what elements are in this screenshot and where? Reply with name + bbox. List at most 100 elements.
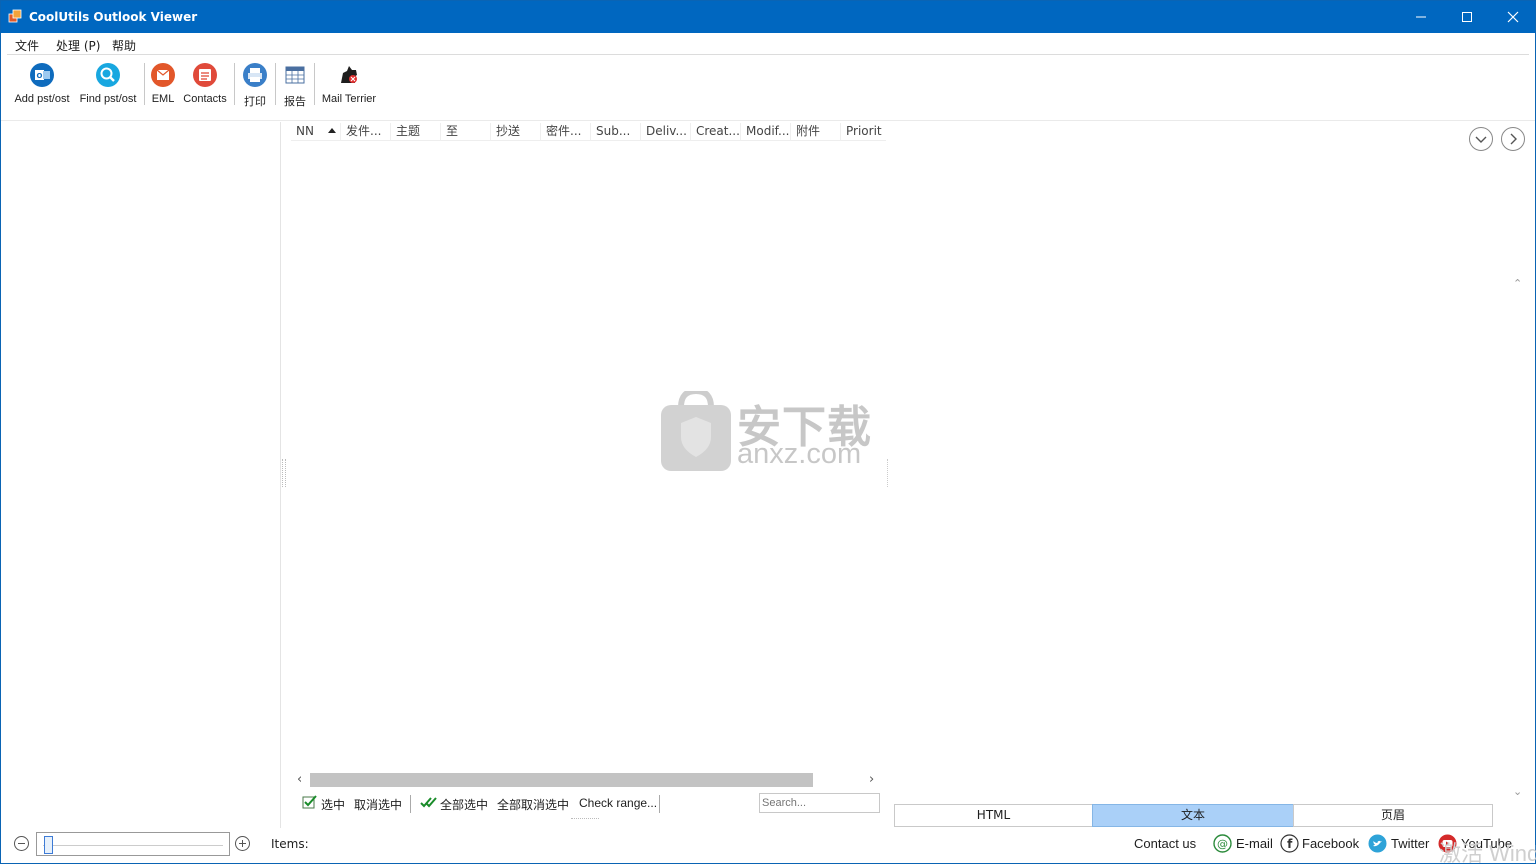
scrollbar-thumb[interactable] (310, 773, 813, 787)
watermark-subtext: anxz.com (737, 438, 862, 470)
svg-text:@: @ (1217, 838, 1228, 851)
menu-bar: 文件 处理 (P) 帮助 (1, 33, 1535, 55)
column-header-to[interactable]: 至 (441, 123, 491, 141)
column-header-cc[interactable]: 抄送 (491, 123, 541, 141)
grid-horizontal-scrollbar[interactable]: ‹ › (296, 772, 881, 788)
zoom-track (43, 845, 223, 847)
activation-watermark: 激活 Wind (1439, 841, 1536, 864)
next-button[interactable] (1501, 127, 1525, 151)
deselect-all-button[interactable]: 全部取消选中 (497, 796, 569, 813)
toolbar-separator (144, 63, 145, 105)
title-bar[interactable]: CoolUtils Outlook Viewer (1, 1, 1535, 33)
contacts-icon (193, 63, 217, 87)
facebook-link[interactable]: Facebook (1302, 836, 1359, 851)
check-icon (302, 795, 317, 809)
print-button[interactable]: 打印 (239, 61, 271, 109)
column-header-subject[interactable]: 主题 (391, 123, 441, 141)
zoom-knob[interactable] (44, 836, 53, 854)
contact-us-link[interactable]: Contact us (1134, 836, 1196, 851)
print-icon (243, 63, 267, 87)
check-all-icon (420, 797, 437, 808)
report-icon (285, 66, 305, 84)
grid-header: NN 发件... 主题 至 抄送 密件... Sub... Deliv... C… (291, 122, 886, 141)
toolbar-separator (234, 63, 235, 105)
tab-text[interactable]: 文本 (1092, 804, 1294, 827)
status-bar: Items: Contact us @ E-mail f Facebook Tw… (1, 829, 1535, 863)
find-pst-label: Find pst/ost (79, 93, 137, 105)
separator (659, 795, 660, 813)
tab-header[interactable]: 页眉 (1293, 804, 1493, 827)
column-header-from[interactable]: 发件... (341, 123, 391, 141)
outlook-icon: O (30, 63, 54, 87)
shield-icon (661, 391, 731, 471)
menu-file[interactable]: 文件 (15, 37, 39, 54)
watermark: 安下载 anxz.com (661, 391, 881, 473)
contacts-label: Contacts (183, 93, 227, 105)
column-header-bcc[interactable]: 密件... (541, 123, 591, 141)
folder-tree-pane[interactable] (1, 122, 281, 828)
left-splitter[interactable] (282, 459, 286, 487)
close-icon (1507, 11, 1519, 23)
close-button[interactable] (1490, 1, 1536, 33)
svg-text:f: f (1287, 837, 1293, 851)
scroll-left-icon[interactable]: ‹ (297, 772, 302, 787)
tab-html[interactable]: HTML (894, 804, 1093, 827)
sort-ascending-icon (328, 128, 336, 133)
search-input[interactable] (759, 793, 880, 813)
zoom-in-icon[interactable] (235, 836, 250, 851)
menu-process[interactable]: 处理 (P) (56, 37, 100, 54)
maximize-icon (1462, 12, 1472, 22)
select-all-button[interactable]: 全部选中 (440, 796, 488, 813)
preview-splitter[interactable] (887, 459, 888, 487)
window-title: CoolUtils Outlook Viewer (29, 10, 198, 24)
zoom-slider[interactable] (36, 832, 230, 856)
add-pst-button[interactable]: O Add pst/ost (11, 61, 73, 109)
minimize-icon (1416, 16, 1426, 18)
chevron-right-icon (1510, 133, 1517, 145)
email-icon: @ (1213, 834, 1232, 853)
email-link[interactable]: E-mail (1236, 836, 1273, 851)
column-header-created[interactable]: Creat... (691, 123, 741, 141)
minimize-button[interactable] (1398, 1, 1444, 33)
deselect-button[interactable]: 取消选中 (354, 796, 402, 813)
zoom-out-icon[interactable] (14, 836, 29, 851)
maximize-button[interactable] (1444, 1, 1490, 33)
toolbar: O Add pst/ost Find pst/ost EML Contacts … (1, 57, 1535, 121)
column-header-subject-en[interactable]: Sub... (591, 123, 641, 141)
scroll-up-icon[interactable]: ⌃ (1513, 277, 1522, 290)
separator (410, 795, 411, 813)
facebook-icon: f (1280, 834, 1299, 853)
terrier-icon (341, 66, 357, 83)
column-header-priority[interactable]: Priorit (841, 123, 886, 141)
toolbar-separator (314, 63, 315, 105)
eml-button[interactable]: EML (148, 61, 178, 109)
mail-terrier-button[interactable]: Mail Terrier (318, 61, 380, 109)
select-button[interactable]: 选中 (321, 796, 345, 813)
twitter-icon (1368, 834, 1387, 853)
contacts-button[interactable]: Contacts (181, 61, 229, 109)
chevron-down-icon (1475, 136, 1487, 143)
report-button[interactable]: 报告 (279, 61, 311, 109)
eml-icon (151, 63, 175, 87)
items-count-label: Items: (271, 837, 309, 851)
column-header-attachments[interactable]: 附件 (791, 123, 841, 141)
column-header-modified[interactable]: Modif... (741, 123, 791, 141)
expand-down-button[interactable] (1469, 127, 1493, 151)
scroll-down-icon[interactable]: ⌄ (1513, 785, 1522, 798)
toolbar-separator (275, 63, 276, 105)
app-logo-icon (8, 9, 22, 23)
report-label: 报告 (284, 96, 306, 108)
scroll-right-icon[interactable]: › (869, 772, 874, 787)
find-pst-button[interactable]: Find pst/ost (77, 61, 139, 109)
check-range-button[interactable]: Check range... (579, 796, 657, 810)
column-header-delivered[interactable]: Deliv... (641, 123, 691, 141)
svg-text:O: O (37, 72, 43, 80)
mail-terrier-label: Mail Terrier (321, 93, 377, 105)
search-icon (96, 63, 120, 87)
add-pst-label: Add pst/ost (14, 93, 70, 105)
app-window: CoolUtils Outlook Viewer 文件 处理 (P) 帮助 O … (0, 0, 1536, 864)
bottom-splitter[interactable] (571, 818, 599, 821)
twitter-link[interactable]: Twitter (1391, 836, 1429, 851)
menu-help[interactable]: 帮助 (112, 37, 136, 54)
preview-tabs: HTML 文本 页眉 (894, 804, 1494, 827)
